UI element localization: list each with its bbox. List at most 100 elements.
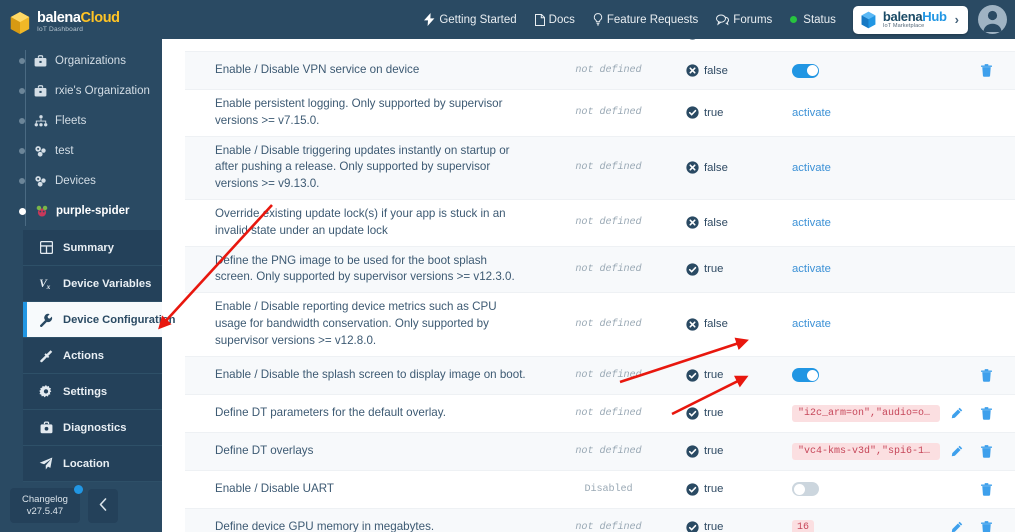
config-description: Define the PNG image to be used for the … [215, 253, 515, 284]
activate-link[interactable]: activate [792, 107, 831, 119]
config-supported-state: true [680, 106, 770, 119]
submenu-item-actions[interactable]: Actions [23, 338, 162, 374]
submenu-item-location[interactable]: Location [23, 446, 162, 482]
nav-status[interactable]: Status [781, 0, 845, 39]
config-supported-label: false [704, 64, 728, 77]
config-action-cell [770, 482, 950, 497]
config-supported-state: false [680, 64, 770, 77]
notification-dot-icon [73, 484, 83, 494]
row-action-icons [950, 520, 1015, 532]
hub-name-accent: Hub [922, 8, 947, 24]
table-row: Define the PNG image to be used for the … [185, 246, 1015, 294]
table-row: Enable persistent logging. Only supporte… [185, 90, 1015, 137]
hub-name: balena [882, 8, 923, 24]
user-avatar[interactable] [978, 5, 1007, 34]
row-action-icons [950, 64, 1015, 77]
hammer-icon [37, 349, 55, 363]
submenu-item-settings[interactable]: Settings [23, 374, 162, 410]
submenu-item-summary[interactable]: Summary [23, 230, 162, 266]
activate-link[interactable]: activate [792, 318, 831, 330]
config-action-cell: activate [770, 217, 950, 229]
submenu-item-settings-label: Settings [63, 385, 108, 398]
toggle-switch-on[interactable] [792, 368, 819, 383]
balena-hub-text: balenaHub IoT Marketplace [883, 10, 947, 30]
config-supported-label: true [704, 369, 724, 382]
delete-trash-icon[interactable] [981, 368, 992, 382]
config-action-cell: "i2c_arm=on","audio=on" [770, 404, 950, 422]
submenu-item-device-configuration-label: Device Configuration [63, 313, 176, 326]
user-icon [983, 10, 1002, 32]
config-description: Enable / Disable reporting device metric… [215, 300, 497, 347]
svg-text:x: x [45, 282, 50, 290]
edit-pencil-icon[interactable] [951, 521, 963, 532]
edit-pencil-icon[interactable] [951, 407, 963, 419]
config-supported-state: true [680, 444, 770, 458]
config-action-cell: 16 [770, 519, 950, 532]
submenu-item-device-variables[interactable]: Vx Device Variables [23, 266, 162, 302]
table-row: Override existing update lock(s) if your… [185, 200, 1015, 247]
edit-pencil-icon[interactable] [951, 445, 963, 457]
submenu-item-location-label: Location [63, 457, 110, 470]
delete-trash-icon[interactable] [981, 406, 992, 420]
sidebar-item-organizations-label: Organizations [55, 55, 126, 67]
table-row: Enable / Disable the splash screen to di… [185, 356, 1015, 395]
config-value-chip[interactable]: 16 [792, 519, 815, 532]
chevron-left-icon [99, 497, 107, 514]
sidebar-item-test[interactable]: test [0, 136, 162, 166]
balena-cube-icon [861, 11, 876, 28]
toggle-switch-on[interactable] [792, 63, 819, 78]
nav-docs[interactable]: Docs [526, 0, 584, 39]
device-configuration-table: Define the balena API poll interval in m… [185, 26, 1015, 532]
nav-getting-started[interactable]: Getting Started [415, 0, 525, 39]
submenu-item-summary-label: Summary [63, 241, 114, 254]
main-content: Define the balena API poll interval in m… [162, 0, 1015, 532]
delete-trash-icon[interactable] [981, 444, 992, 458]
check-circle-icon [686, 482, 699, 496]
wrench-icon [37, 313, 55, 327]
x-circle-icon [686, 216, 699, 229]
delete-trash-icon[interactable] [981, 482, 992, 496]
config-value-chip[interactable]: "vc4-kms-v3d","spi6-1cs,cs… [792, 442, 940, 460]
nav-feature-requests[interactable]: Feature Requests [584, 0, 707, 39]
row-action-icons [950, 406, 1015, 420]
sidebar-tree: Organizations rxie's Organization Fleets [0, 36, 162, 226]
nav-forums[interactable]: Forums [707, 0, 781, 39]
table-row: Define device GPU memory in megabytes. no… [185, 508, 1015, 532]
config-action-cell [770, 63, 950, 78]
x-circle-icon [686, 64, 699, 77]
check-circle-icon [686, 520, 699, 532]
tree-bullet-icon [19, 88, 25, 94]
x-circle-icon [686, 161, 699, 174]
submenu-item-diagnostics[interactable]: Diagnostics [23, 410, 162, 446]
config-supported-state: false [680, 216, 770, 229]
submenu-item-device-configuration[interactable]: Device Configuration [23, 302, 176, 338]
activate-link[interactable]: activate [792, 263, 831, 275]
delete-trash-icon[interactable] [981, 64, 992, 77]
balena-hub-button[interactable]: balenaHub IoT Marketplace › [852, 5, 968, 34]
activate-link[interactable]: activate [792, 217, 831, 229]
config-default-value: not defined [575, 162, 642, 174]
logo-name-accent: Cloud [80, 10, 120, 27]
devices-icon [33, 145, 48, 157]
changelog-button[interactable]: Changelog v27.5.47 [10, 484, 83, 524]
config-supported-state: false [680, 318, 770, 331]
lightbulb-icon [593, 13, 603, 26]
sidebar-item-organizations[interactable]: Organizations [0, 46, 162, 76]
paper-plane-icon [37, 457, 55, 470]
activate-link[interactable]: activate [792, 162, 831, 174]
config-description: Enable / Disable VPN service on device [215, 63, 420, 77]
sidebar-item-fleets[interactable]: Fleets [0, 106, 162, 136]
delete-trash-icon[interactable] [981, 520, 992, 532]
sidebar-item-purple-spider[interactable]: purple-spider [0, 196, 162, 226]
sidebar-item-rxies-organization-label: rxie's Organization [55, 85, 150, 97]
sidebar-collapse-button[interactable] [87, 488, 118, 523]
config-supported-label: true [704, 521, 724, 532]
balena-cloud-logo[interactable]: balenaCloud IoT Dashboard [0, 0, 162, 36]
config-supported-label: true [704, 483, 724, 496]
config-supported-label: true [704, 263, 724, 276]
config-value-chip[interactable]: "i2c_arm=on","audio=on" [792, 404, 940, 422]
toggle-switch-off[interactable] [792, 482, 819, 497]
sidebar-item-rxies-organization[interactable]: rxie's Organization [0, 76, 162, 106]
submenu-item-device-variables-label: Device Variables [63, 277, 152, 290]
sidebar-item-devices[interactable]: Devices [0, 166, 162, 196]
